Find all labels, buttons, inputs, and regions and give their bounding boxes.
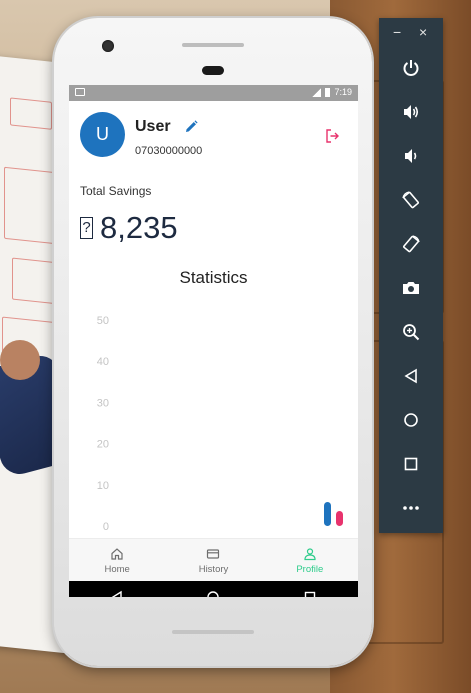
camera-icon: [403, 282, 419, 294]
rotate-left-icon: [402, 191, 419, 209]
status-time: 7:19: [334, 87, 352, 97]
notification-icon: [75, 88, 85, 96]
logout-icon[interactable]: [324, 128, 340, 144]
y-tick-label: 50: [97, 315, 109, 327]
signal-icon: [312, 87, 322, 97]
edit-icon[interactable]: [183, 119, 199, 135]
savings-label: Total Savings: [80, 184, 152, 198]
y-tick-label: 10: [97, 480, 109, 492]
avatar-initial: U: [96, 124, 109, 144]
home-circle-icon: [404, 413, 418, 427]
nav-history[interactable]: History: [165, 539, 261, 582]
zoom-button[interactable]: [396, 317, 426, 347]
recents-square-icon[interactable]: [303, 590, 317, 597]
y-tick-label: 40: [97, 356, 109, 368]
back-icon: [404, 368, 417, 384]
user-phone: 07030000000: [135, 145, 203, 157]
user-name: User: [135, 118, 171, 135]
battery-icon: [325, 87, 331, 97]
profile-header: U User 07030000000: [69, 101, 358, 163]
savings-amount: 8,235: [100, 210, 178, 245]
earpiece: [202, 66, 224, 75]
chart-title: Statistics: [179, 268, 248, 287]
top-speaker: [182, 43, 244, 47]
emulator-back-button[interactable]: [396, 361, 426, 391]
person-hand: [0, 340, 40, 380]
emulator-more-button[interactable]: [396, 493, 426, 523]
power-icon: [403, 60, 419, 76]
home-circle-icon[interactable]: [206, 590, 220, 597]
emulator-overview-button[interactable]: [396, 449, 426, 479]
status-bar: 7:19: [69, 85, 358, 101]
overview-icon: [404, 457, 418, 471]
chart-toggle-icon[interactable]: [321, 501, 347, 527]
savings-amount-row: ? 8,235: [80, 210, 178, 246]
rotate-left-button[interactable]: [396, 185, 426, 215]
screenshot-button[interactable]: [396, 273, 426, 303]
bottom-speaker: [172, 630, 254, 634]
avatar: U: [80, 112, 125, 157]
rotate-right-icon: [403, 235, 420, 253]
user-icon: [304, 547, 316, 560]
y-tick-label: 30: [97, 397, 109, 409]
nav-home-label: Home: [104, 563, 130, 575]
status-indicators: 7:19: [312, 87, 352, 97]
nav-profile-label: Profile: [296, 563, 324, 575]
home-icon: [111, 547, 123, 560]
minimize-button[interactable]: −: [393, 24, 401, 40]
emulator-home-button[interactable]: [396, 405, 426, 435]
volume-up-button[interactable]: [396, 97, 426, 127]
bottom-nav: Home History Profile: [69, 538, 358, 582]
volume-down-icon: [405, 149, 417, 163]
nav-home[interactable]: Home: [69, 539, 165, 582]
app-screen: 7:19 U User 07030000000 Total Savings ? …: [69, 85, 358, 597]
rotate-right-button[interactable]: [396, 229, 426, 259]
more-icon: [403, 506, 419, 510]
power-button[interactable]: [396, 53, 426, 83]
phone-frame: 7:19 U User 07030000000 Total Savings ? …: [54, 18, 372, 666]
back-triangle-icon[interactable]: [110, 590, 124, 597]
android-nav-bar: [69, 581, 358, 597]
nav-history-label: History: [198, 563, 229, 575]
emulator-window-controls: − ×: [379, 18, 443, 48]
card-icon: [207, 548, 220, 559]
front-camera: [102, 40, 114, 52]
y-tick-label: 20: [97, 439, 109, 451]
y-tick-label: 0: [103, 521, 109, 533]
statistics-chart: 50 40 30 20 10 0: [97, 315, 109, 533]
volume-up-icon: [404, 105, 419, 119]
volume-down-button[interactable]: [396, 141, 426, 171]
currency-symbol: ?: [80, 217, 93, 239]
emulator-toolbar: − ×: [379, 18, 443, 533]
zoom-icon: [403, 324, 420, 341]
close-button[interactable]: ×: [419, 24, 427, 40]
nav-profile[interactable]: Profile: [262, 539, 358, 582]
